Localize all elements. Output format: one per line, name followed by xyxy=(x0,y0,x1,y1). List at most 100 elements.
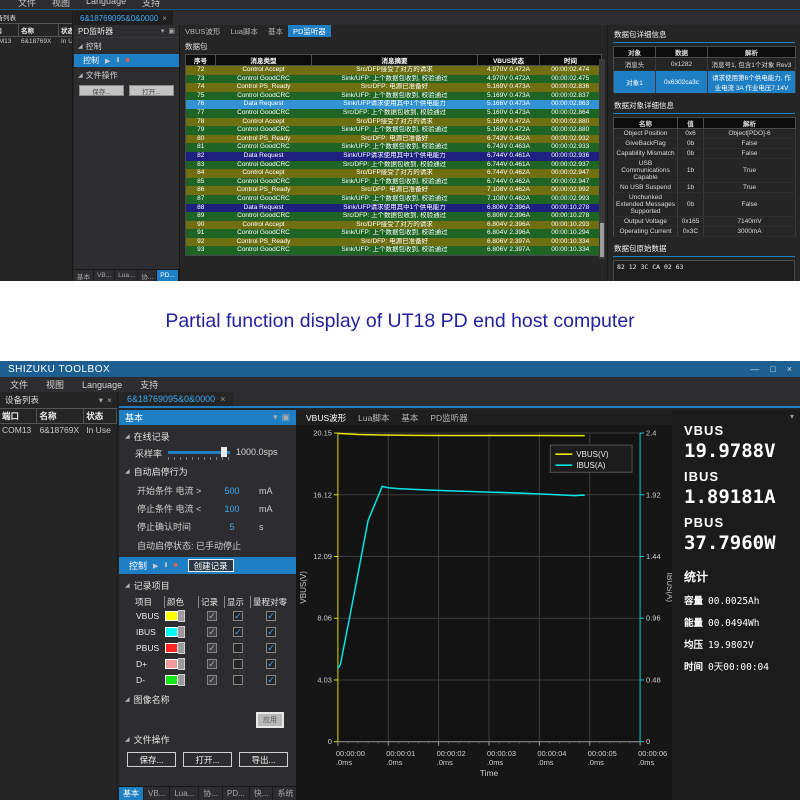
view-tab[interactable]: Lua脚本 xyxy=(352,412,395,424)
file-button[interactable]: 保存... xyxy=(79,85,124,96)
dropdown-icon[interactable] xyxy=(178,674,185,686)
color-picker[interactable] xyxy=(165,626,199,638)
detail-row[interactable]: 消息头0x1282消息号1, 包含1个对象 Rev3 xyxy=(614,58,796,71)
bottom-tab[interactable]: PD... xyxy=(223,787,250,800)
close-icon[interactable]: × xyxy=(787,364,792,374)
section-online-record[interactable]: ◢ 在线记录 xyxy=(119,425,296,444)
file-button[interactable]: 保存... xyxy=(127,752,176,767)
packet-row[interactable]: 87Control GoodCRCSink/UFP: 上个数据包收到, 校验通过… xyxy=(186,195,602,204)
menu-item[interactable]: 文件 xyxy=(18,0,36,9)
detail-row[interactable]: Output Voltage0x1657140mV xyxy=(614,217,796,227)
detail-row[interactable]: Object Position0x6Object[PDO]-6 xyxy=(614,129,796,139)
detail-row[interactable]: Capability Mismatch0bFalse xyxy=(614,149,796,159)
section-file-ops[interactable]: ◢ 文件操作 xyxy=(74,67,179,82)
checkbox[interactable]: ✓ xyxy=(233,627,243,637)
packet-row[interactable]: 89Control GoodCRCSrc/DFP: 上个数据包收到, 校验通过6… xyxy=(186,212,602,221)
checkbox[interactable] xyxy=(233,643,243,653)
detail-row[interactable]: No USB Suspend1bTrue xyxy=(614,183,796,193)
section-control[interactable]: ◢ 控制 xyxy=(74,38,179,53)
bottom-tab[interactable]: VB... xyxy=(144,787,170,800)
checkbox[interactable] xyxy=(233,659,243,669)
packet-row[interactable]: 90Control AcceptSrc/DFP接受了对方的请求6.804V 2.… xyxy=(186,221,602,230)
apply-button[interactable]: 应用 xyxy=(256,712,284,728)
play-icon[interactable]: ▶ xyxy=(153,562,158,570)
section-image-name[interactable]: ◢ 图像名称 xyxy=(119,688,296,707)
checkbox[interactable]: ✓ xyxy=(207,627,217,637)
view-tab[interactable]: PD监听器 xyxy=(288,25,331,37)
packet-row[interactable]: 74Control PS_ReadySrc/DFP: 电源已准备好5.169V … xyxy=(186,83,602,92)
bottom-tab[interactable]: PD... xyxy=(157,270,178,281)
dropdown-icon[interactable] xyxy=(178,626,185,638)
detail-row[interactable]: Unchunked Extended Messages Supported0bF… xyxy=(614,193,796,217)
scrollbar[interactable] xyxy=(599,59,605,259)
menu-item[interactable]: 支持 xyxy=(142,0,160,9)
view-tab[interactable]: 基本 xyxy=(395,412,424,424)
bottom-tab[interactable]: VB... xyxy=(94,270,115,281)
bottom-tab[interactable]: 协... xyxy=(138,270,157,281)
packet-row[interactable]: 76Data RequestSink/UFP请求使用其中1个供电能力5.166V… xyxy=(186,100,602,109)
dropdown-icon[interactable] xyxy=(178,642,185,654)
bottom-tab[interactable]: 快... xyxy=(250,787,274,800)
checkbox[interactable]: ✓ xyxy=(207,611,217,621)
device-row[interactable]: COM136&18769XIn Use xyxy=(0,37,73,46)
close-icon[interactable]: × xyxy=(107,395,112,406)
condition-value-input[interactable]: 5 xyxy=(215,522,249,532)
view-tab[interactable]: 基本 xyxy=(263,25,288,37)
checkbox[interactable] xyxy=(233,675,243,685)
detail-row[interactable]: Operating Current0x3C3000mA xyxy=(614,227,796,237)
packet-row[interactable]: 91Control GoodCRCSink/UFP: 上个数据包收到, 校验通过… xyxy=(186,229,602,238)
vbus-ibus-chart[interactable]: 04.038.0612.0916.1220.1500.480.961.441.9… xyxy=(296,425,672,800)
device-row[interactable]: COM136&18769XIn Use xyxy=(0,424,117,436)
view-tab[interactable]: VBUS波形 xyxy=(180,25,225,37)
color-picker[interactable] xyxy=(165,674,199,686)
stop-icon[interactable]: ■ xyxy=(125,57,129,64)
packet-row[interactable]: 88Data RequestSink/UFP请求使用其中1个供电能力6.806V… xyxy=(186,204,602,213)
packet-row[interactable]: 72Control AcceptSrc/DFP接受了对方的请求4.970V 0.… xyxy=(186,66,602,75)
pause-icon[interactable]: Ⅱ xyxy=(116,57,119,64)
checkbox[interactable]: ✓ xyxy=(266,643,276,653)
bottom-tab[interactable]: 协... xyxy=(199,787,223,800)
checkbox[interactable]: ✓ xyxy=(207,643,217,653)
condition-value-input[interactable]: 100 xyxy=(215,504,249,514)
checkbox[interactable]: ✓ xyxy=(266,675,276,685)
packet-row[interactable]: 78Control AcceptSrc/DFP接受了对方的请求5.169V 0.… xyxy=(186,118,602,127)
chevron-down-icon[interactable]: ▾ xyxy=(161,27,165,35)
bottom-tab[interactable]: 基本 xyxy=(119,787,144,800)
bottom-tab[interactable]: 系统 xyxy=(273,787,296,800)
chevron-down-icon[interactable]: ▾ xyxy=(99,395,103,406)
detail-row[interactable]: 对象10x6302ca3c请求使用第6个供电能力, 作业电流 3A 作业电压7.… xyxy=(614,71,796,94)
document-tab[interactable]: 6&18769095&0&0000 × xyxy=(74,11,173,25)
packet-row[interactable]: 93Control GoodCRCSink/UFP: 上个数据包收到, 校验通过… xyxy=(186,246,602,255)
chevron-down-icon[interactable]: ▾ xyxy=(273,412,278,423)
checkbox[interactable]: ✓ xyxy=(266,627,276,637)
checkbox[interactable]: ✓ xyxy=(266,611,276,621)
create-record-button[interactable]: 创建记录 xyxy=(188,559,234,572)
packet-row[interactable]: 80Control PS_ReadySrc/DFP: 电源已准备好6.743V … xyxy=(186,135,602,144)
condition-value-input[interactable]: 500 xyxy=(215,486,249,496)
close-icon[interactable]: × xyxy=(220,394,225,404)
detail-row[interactable]: GiveBackFlag0bFalse xyxy=(614,139,796,149)
packet-row[interactable]: 79Control GoodCRCSink/UFP: 上个数据包收到, 校验通过… xyxy=(186,126,602,135)
packet-row[interactable]: 75Control GoodCRCSink/UFP: 上个数据包收到, 校验通过… xyxy=(186,92,602,101)
pause-icon[interactable]: Ⅱ xyxy=(164,562,167,569)
packet-row[interactable]: 86Control PS_ReadySrc/DFP: 电源已准备好7.108V … xyxy=(186,186,602,195)
section-auto-stop[interactable]: ◢ 自动启停行为 xyxy=(119,460,296,479)
bottom-tab[interactable]: Lua... xyxy=(115,270,138,281)
packet-row[interactable]: 85Control GoodCRCSink/UFP: 上个数据包收到, 校验通过… xyxy=(186,178,602,187)
menu-item[interactable]: 文件 xyxy=(10,378,28,391)
checkbox[interactable]: ✓ xyxy=(266,659,276,669)
packet-row[interactable]: 73Control GoodCRCSink/UFP: 上个数据包收到, 校验通过… xyxy=(186,75,602,84)
sample-rate-slider[interactable] xyxy=(168,447,230,457)
packet-row[interactable]: 77Control GoodCRCSrc/DFP: 上个数据包收到, 校验通过5… xyxy=(186,109,602,118)
dropdown-icon[interactable] xyxy=(178,610,185,622)
document-tab[interactable]: 6&18769095&0&0000 × xyxy=(119,392,233,406)
file-button[interactable]: 打开... xyxy=(129,85,174,96)
maximize-icon[interactable]: □ xyxy=(770,364,775,374)
bottom-tab[interactable]: 基本 xyxy=(74,270,94,281)
file-button[interactable]: 导出... xyxy=(239,752,288,767)
view-tab[interactable]: Lua脚本 xyxy=(225,25,263,37)
close-icon[interactable]: × xyxy=(162,14,167,23)
color-picker[interactable] xyxy=(165,658,199,670)
section-record-items[interactable]: ◢ 记录项目 xyxy=(119,574,296,593)
menu-item[interactable]: 视图 xyxy=(52,0,70,9)
